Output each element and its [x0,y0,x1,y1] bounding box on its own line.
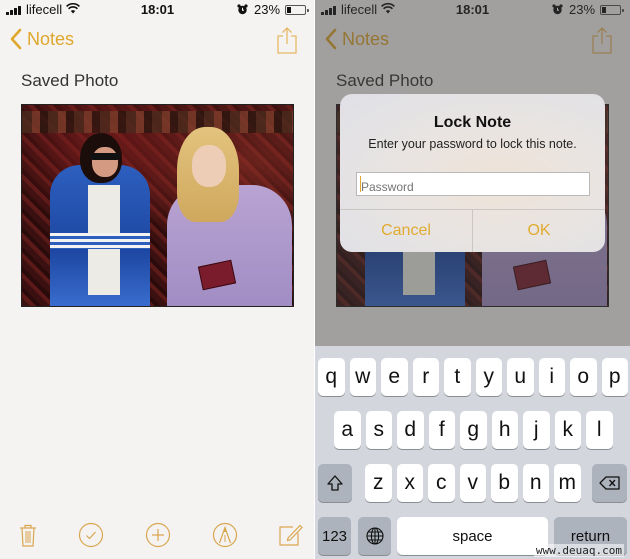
bottom-toolbar [0,515,315,559]
carrier-name: lifecell [26,2,63,17]
alarm-icon [237,4,248,15]
key-j[interactable]: j [523,411,550,449]
key-z[interactable]: z [365,464,392,502]
backspace-icon [598,476,620,490]
nav-bar: Notes [0,22,315,62]
key-r[interactable]: r [412,358,439,396]
key-s[interactable]: s [365,411,392,449]
battery-icon [285,5,309,15]
sketch-button[interactable] [212,522,238,548]
globe-key[interactable] [358,517,391,555]
key-c[interactable]: c [428,464,455,502]
key-x[interactable]: x [396,464,423,502]
key-h[interactable]: h [491,411,518,449]
compose-button[interactable] [278,522,304,548]
text-cursor [360,176,361,192]
keyboard: qwertyuiop asdfghjkl zxcvbnm 123 space r… [315,346,630,559]
compose-icon [279,524,303,546]
space-key[interactable]: space [397,517,548,555]
delete-button[interactable] [15,522,41,548]
add-button[interactable] [145,522,171,548]
key-w[interactable]: w [349,358,376,396]
key-f[interactable]: f [428,411,455,449]
shift-icon [327,475,343,491]
key-o[interactable]: o [570,358,597,396]
note-screen: lifecell 18:01 23% Notes Saved Photo [0,0,315,559]
key-v[interactable]: v [459,464,486,502]
pen-tip-circle-icon [212,522,238,548]
battery-percent: 23% [254,2,281,17]
lock-note-screen: lifecell 18:01 23% Notes Saved Photo Loc… [315,0,630,559]
key-n[interactable]: n [522,464,549,502]
dialog-message: Enter your password to lock this note. [368,137,577,151]
shift-key[interactable] [318,464,352,502]
key-y[interactable]: y [475,358,502,396]
note-photo[interactable] [21,104,294,307]
checkmark-circle-icon [78,522,104,548]
back-button[interactable]: Notes [9,28,74,50]
key-k[interactable]: k [554,411,581,449]
globe-icon [365,527,384,545]
key-t[interactable]: t [444,358,471,396]
plus-circle-icon [145,522,171,548]
ok-button[interactable]: OK [472,210,605,252]
key-p[interactable]: p [601,358,628,396]
watermark: www.deuaq.com [533,544,624,557]
key-e[interactable]: e [381,358,408,396]
dialog-title: Lock Note [433,114,512,131]
key-l[interactable]: l [586,411,613,449]
lock-note-dialog: Lock Note Enter your password to lock th… [340,94,605,252]
trash-icon [20,524,36,547]
checklist-button[interactable] [78,522,104,548]
status-bar: lifecell 18:01 23% [0,0,315,20]
panel-divider [314,0,315,559]
password-input[interactable] [356,172,590,196]
key-d[interactable]: d [397,411,424,449]
key-q[interactable]: q [318,358,345,396]
key-i[interactable]: i [538,358,565,396]
signal-icon [6,6,21,15]
backspace-key[interactable] [592,464,627,502]
cancel-button[interactable]: Cancel [340,210,472,252]
chevron-left-icon [10,28,22,50]
wifi-icon [66,3,80,14]
key-a[interactable]: a [334,411,361,449]
share-icon[interactable] [276,26,298,54]
key-g[interactable]: g [460,411,487,449]
key-b[interactable]: b [491,464,518,502]
key-u[interactable]: u [507,358,534,396]
numbers-key[interactable]: 123 [318,517,351,555]
key-m[interactable]: m [554,464,581,502]
back-label: Notes [27,28,75,49]
note-title: Saved Photo [21,71,119,90]
